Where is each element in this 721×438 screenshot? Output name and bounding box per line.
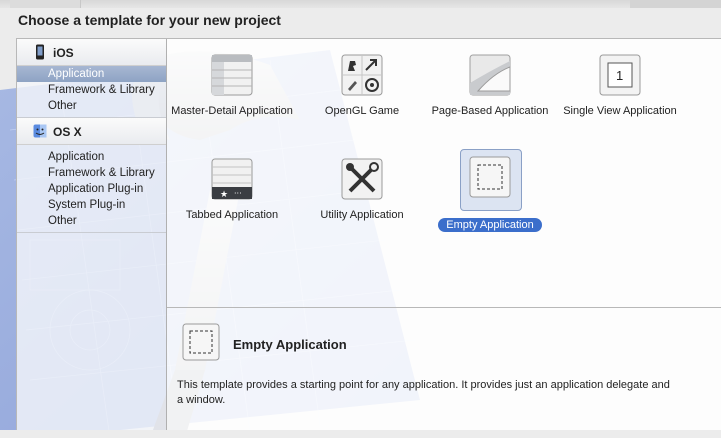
template-opengl-game[interactable]: OpenGL Game bbox=[297, 43, 427, 133]
sidebar-item-osx-system-plugin[interactable]: System Plug-in bbox=[17, 197, 166, 213]
template-single-view[interactable]: 1 Single View Application bbox=[555, 43, 685, 133]
svg-text:···: ··· bbox=[234, 189, 242, 198]
divider bbox=[17, 232, 166, 233]
template-tabbed[interactable]: ★ ··· Tabbed Application bbox=[167, 147, 297, 237]
sidebar-item-osx-application[interactable]: Application bbox=[17, 149, 166, 165]
template-description-panel: Empty Application This template provides… bbox=[167, 308, 721, 430]
sidebar-item-ios-application[interactable]: Application bbox=[17, 66, 166, 82]
sidebar-item-osx-other[interactable]: Other bbox=[17, 213, 166, 229]
template-label: Tabbed Application bbox=[185, 209, 279, 221]
template-page-based[interactable]: Page-Based Application bbox=[425, 43, 555, 133]
master-detail-icon bbox=[210, 53, 254, 97]
dialog-title: Choose a template for your new project bbox=[18, 12, 281, 28]
sidebar-section-label: iOS bbox=[53, 46, 74, 60]
sidebar-section-ios: iOS bbox=[17, 39, 166, 66]
template-label: Page-Based Application bbox=[431, 105, 549, 117]
page-curl-icon bbox=[468, 53, 512, 97]
opengl-game-icon bbox=[340, 53, 384, 97]
template-label: Empty Application bbox=[438, 218, 542, 232]
template-label: OpenGL Game bbox=[324, 105, 400, 117]
tools-icon bbox=[340, 157, 384, 201]
tab-bar-icon: ★ ··· bbox=[210, 157, 254, 201]
svg-text:★: ★ bbox=[220, 190, 228, 200]
description-text: This template provides a starting point … bbox=[177, 379, 670, 406]
sidebar-item-ios-other[interactable]: Other bbox=[17, 98, 166, 114]
sidebar-section-osx: OS X bbox=[17, 118, 166, 145]
template-master-detail[interactable]: Master-Detail Application bbox=[167, 43, 297, 133]
template-label: Utility Application bbox=[320, 209, 404, 221]
iphone-icon bbox=[33, 44, 47, 60]
description-title: Empty Application bbox=[233, 337, 347, 352]
finder-icon bbox=[33, 123, 47, 139]
empty-app-icon bbox=[468, 155, 512, 199]
template-label: Master-Detail Application bbox=[171, 105, 293, 117]
sidebar-item-osx-framework-library[interactable]: Framework & Library bbox=[17, 165, 166, 181]
empty-app-icon bbox=[182, 323, 220, 361]
template-label: Single View Application bbox=[563, 105, 677, 117]
top-tab-right bbox=[630, 0, 721, 8]
template-utility[interactable]: Utility Application bbox=[297, 147, 427, 237]
template-category-sidebar: iOS Application Framework & Library Othe… bbox=[17, 39, 167, 430]
window-bottom-strip bbox=[0, 430, 721, 438]
sidebar-section-label: OS X bbox=[53, 125, 82, 139]
sidebar-item-osx-application-plugin[interactable]: Application Plug-in bbox=[17, 181, 166, 197]
sidebar-item-ios-framework-library[interactable]: Framework & Library bbox=[17, 82, 166, 98]
template-empty-application[interactable]: Empty Application bbox=[425, 147, 555, 237]
top-tab bbox=[10, 0, 81, 8]
single-view-badge: 1 bbox=[616, 68, 624, 83]
template-grid: Master-Detail Application OpenGL Game Pa… bbox=[167, 39, 721, 308]
window-top-strip bbox=[0, 0, 721, 8]
